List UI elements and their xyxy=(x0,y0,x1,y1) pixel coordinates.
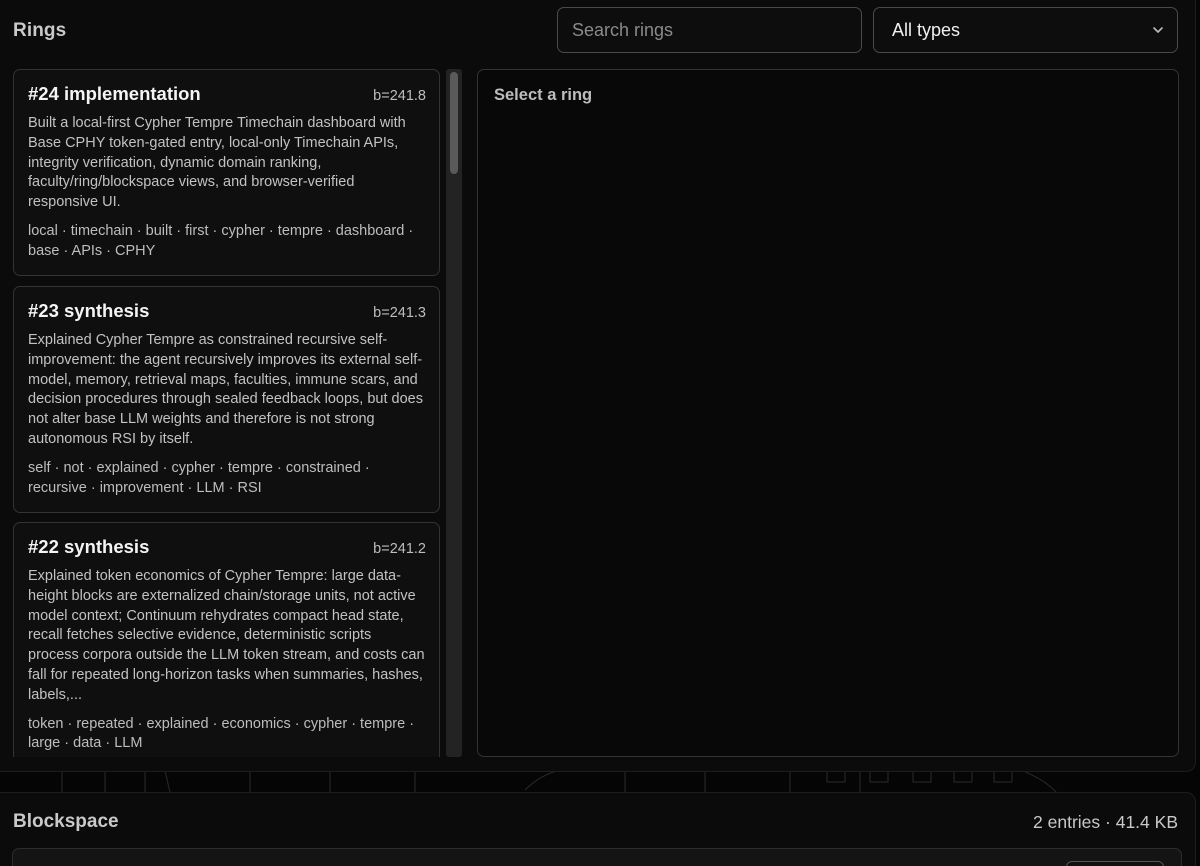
ring-card-title: #22 synthesis xyxy=(28,536,150,557)
ring-card-tags: local · timechain · built · first · cyph… xyxy=(28,222,414,259)
ring-detail-pane: Select a ring xyxy=(477,69,1179,757)
ring-detail-placeholder: Select a ring xyxy=(494,86,593,104)
ring-card-b-value: b=241.8 xyxy=(373,88,426,104)
ring-list[interactable]: #24 implementation b=241.8 Built a local… xyxy=(13,69,441,757)
type-filter-select[interactable]: All types xyxy=(873,7,1178,53)
ring-card[interactable]: #24 implementation b=241.8 Built a local… xyxy=(13,69,440,276)
blockspace-entry-button[interactable] xyxy=(1066,861,1164,866)
blockspace-panel: Blockspace 2 entries · 41.4 KB xyxy=(0,792,1196,866)
ring-card-summary: Explained Cypher Tempre as constrained r… xyxy=(28,332,423,447)
blockspace-summary: 2 entries · 41.4 KB xyxy=(1033,812,1178,832)
rings-title: Rings xyxy=(13,20,67,41)
blockspace-entry[interactable] xyxy=(12,848,1182,866)
ring-list-scrollbar[interactable] xyxy=(446,69,462,757)
ring-card-tags: self · not · explained · cypher · tempre… xyxy=(28,459,370,496)
blockspace-title: Blockspace xyxy=(13,811,119,832)
ring-card-title: #23 synthesis xyxy=(28,300,150,321)
ring-card-b-value: b=241.2 xyxy=(373,541,426,557)
ring-card[interactable]: #23 synthesis b=241.3 Explained Cypher T… xyxy=(13,286,440,513)
type-filter-value: All types xyxy=(892,19,961,40)
ring-card-summary: Explained token economics of Cypher Temp… xyxy=(28,568,425,703)
ring-card-title: #24 implementation xyxy=(28,83,201,104)
chevron-down-icon xyxy=(1153,27,1163,33)
app-page: Rings All types #24 implementation b=241… xyxy=(0,0,1200,866)
search-rings-input[interactable] xyxy=(557,7,862,53)
scrollbar-thumb[interactable] xyxy=(450,72,458,174)
ring-card-summary: Built a local-first Cypher Tempre Timech… xyxy=(28,115,406,211)
ring-card-b-value: b=241.3 xyxy=(373,305,426,321)
ring-card-tags: token · repeated · explained · economics… xyxy=(28,715,415,752)
ring-card[interactable]: #22 synthesis b=241.2 Explained token ec… xyxy=(13,522,440,757)
rings-panel: Rings All types #24 implementation b=241… xyxy=(0,0,1196,772)
